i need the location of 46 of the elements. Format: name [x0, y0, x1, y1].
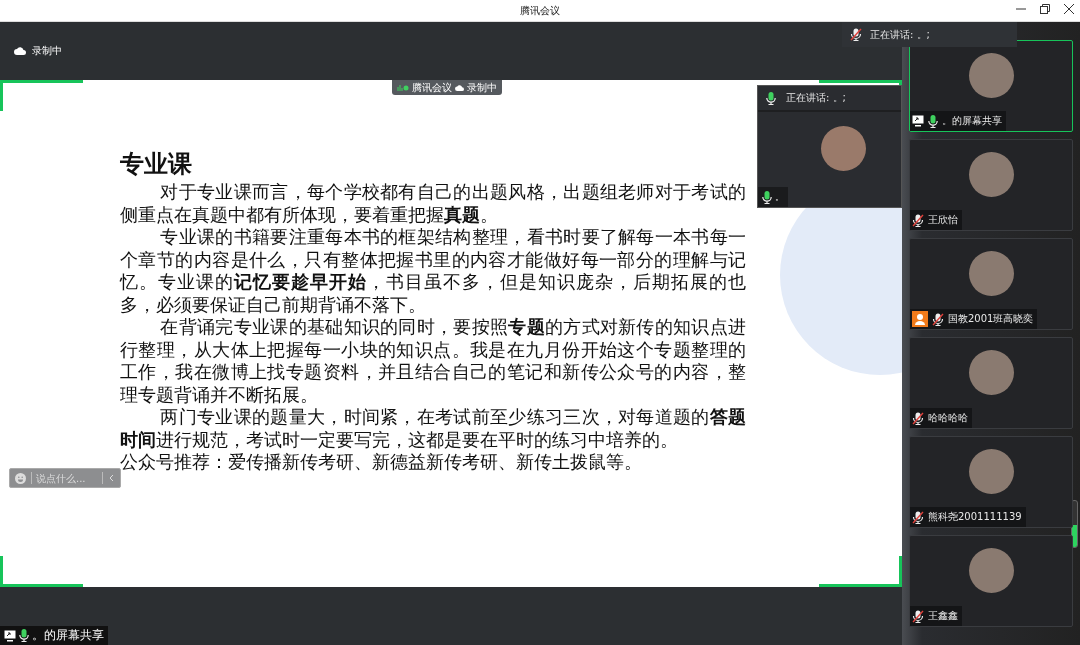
slide-paragraph: 两门专业课的题量大，时间紧，在考试前至少练习三次，对每道题的答题时间进行规范，考试时一定要写完，这都是要在平时的练习中培养的。 [120, 406, 746, 451]
chat-input-field[interactable]: 说点什么... [31, 472, 103, 484]
avatar-photo-placeholder [968, 53, 1014, 98]
participant-name: 。 [775, 190, 784, 204]
screen-share-icon [4, 629, 16, 642]
slide-paragraph: 专业课的书籍要注重每本书的框架结构整理，看书时要了解每一本书每一个章节的内容是什么，只有整体把握书里的内容才能做好每一部分的理解与记忆。专业课的记忆要趁早开始，书目虽不多，但是知识庞杂，后期拓展的也多，必须要保证自己前期背诵不落下。 [120, 226, 746, 316]
participant-tile[interactable]: 王鑫鑫 [909, 535, 1073, 627]
participant-tile[interactable]: 王欣怡 [909, 139, 1073, 231]
sharer-name: 。的屏幕共享 [32, 628, 104, 643]
participant-name: 王鑫鑫 [928, 609, 958, 623]
participant-name: 熊科尧2001111139 [928, 510, 1022, 524]
signal-icon [397, 84, 409, 91]
participant-tile[interactable]: 。的屏幕共享 [909, 40, 1073, 132]
slide-paragraph: 公众号推荐：爱传播新传考研、新德益新传考研、新传土拨鼠等。 [120, 451, 643, 474]
avatar-photo-placeholder [968, 350, 1014, 395]
avatar-photo-placeholder [968, 449, 1014, 494]
participant-tile[interactable]: 国教2001班高晓奕 [909, 238, 1073, 330]
app-name: 腾讯会议 [412, 80, 452, 95]
participant-name: 王欣怡 [928, 213, 958, 227]
window-title: 腾讯会议 [520, 3, 560, 18]
restore-icon[interactable] [1040, 4, 1050, 14]
close-icon[interactable] [1064, 4, 1074, 14]
chat-input-bar[interactable]: 说点什么... [9, 468, 121, 488]
participant-name: 国教2001班高晓奕 [948, 312, 1034, 326]
slide-paragraph: 在背诵完专业课的基础知识的同时，要按照专题的方式对新传的知识点进行整理，从大体上把握每一小块的知识点。我是在九月份开始这个专题整理的工作，我在微博上找专题资料，并且结合自己的笔记和新传公众号的内容，整理专题背诵并不断拓展。 [120, 316, 746, 406]
cloud-icon [14, 47, 26, 55]
participant-name: 。的屏幕共享 [942, 114, 1002, 128]
speaking-text: 正在讲话: 。; [870, 27, 930, 42]
screen-share-icon [912, 115, 924, 127]
slide-paragraph: 对于专业课而言，每个学校都有自己的出题风格，出题组老师对于考试的侧重点在真题中都有所体现，要着重把握真题。 [120, 181, 746, 226]
participant-name: 哈哈哈哈 [928, 411, 968, 425]
avatar-photo-placeholder [968, 251, 1014, 296]
participant-tile[interactable]: 哈哈哈哈 [909, 337, 1073, 429]
avatar-photo-placeholder [968, 548, 1014, 593]
floating-video-window[interactable]: 正在讲话: 。; 。 [757, 85, 902, 208]
avatar-photo-placeholder [821, 126, 866, 171]
speaking-text: 正在讲话: 。; [786, 91, 846, 105]
slide-heading: 专业课 [120, 149, 193, 180]
person-icon [912, 311, 928, 327]
mic-icon [762, 190, 772, 204]
recording-status: 录制中 [32, 44, 62, 58]
participant-tile[interactable]: 熊科尧2001111139 [909, 436, 1073, 528]
muted-mic-icon [850, 28, 862, 41]
recording-status: 录制中 [467, 80, 497, 95]
avatar-photo-placeholder [968, 152, 1014, 197]
cloud-icon [455, 84, 464, 91]
